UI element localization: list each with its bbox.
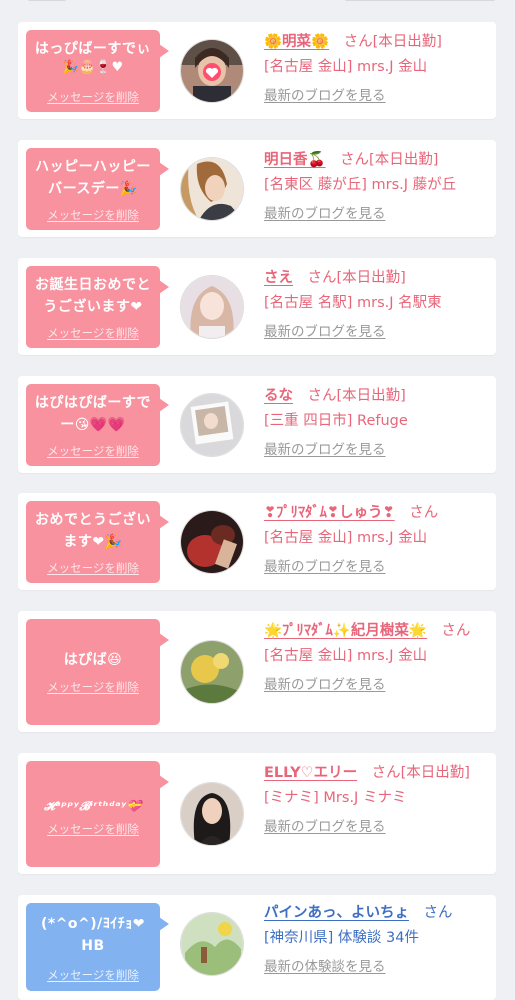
- shop-info: [名東区 藤が丘] mrs.J 藤が丘: [264, 177, 457, 193]
- cast-status: さん[本日出勤]: [307, 388, 406, 404]
- top-edge: [0, 0, 515, 14]
- cast-name-link[interactable]: さえ: [264, 270, 293, 286]
- cast-name-link[interactable]: ELLY♡エリー: [264, 765, 357, 781]
- message-text: (*^o^)/ﾖｲﾁｮ❤HB: [40, 916, 146, 954]
- message-bubble: はっぴばーすでぃ 🎉🎂🍷♥ メッセージを削除: [26, 30, 169, 112]
- cast-info: 明日香🍒 さん[本日出勤] [名東区 藤が丘] mrs.J 藤が丘 最新のブログ…: [264, 150, 486, 224]
- message-emoji: 🎉🎂🍷♥: [62, 60, 124, 75]
- avatar[interactable]: [180, 39, 244, 103]
- avatar[interactable]: [180, 640, 244, 704]
- cast-status: さん: [423, 905, 453, 921]
- cast-info: パインあっ、よいちょ さん [神奈川県] 体験談 34件 最新の体験談を見る: [264, 903, 486, 977]
- cast-name-link[interactable]: るな: [264, 388, 293, 404]
- cast-name-link[interactable]: 🌟ﾌﾟﾘﾏﾀﾞﾑ✨紀月樹菜🌟: [264, 623, 427, 639]
- shop-info: [名古屋 金山] mrs.J 金山: [264, 59, 428, 75]
- message-card: はっぴばーすでぃ 🎉🎂🍷♥ メッセージを削除 🌼明菜🌼 さん[本日出勤] [名古…: [18, 22, 496, 119]
- latest-blog-link[interactable]: 最新のブログを見る: [264, 557, 486, 577]
- cast-name-link[interactable]: ❣ﾌﾟﾘﾏﾀﾞﾑ❣しゅう❣: [264, 505, 395, 521]
- message-text: ハッピーハッピーバースデー🎉: [35, 159, 151, 197]
- cast-name-link[interactable]: 🌼明菜🌼: [264, 34, 329, 50]
- cast-name-link[interactable]: パインあっ、よいちょ: [264, 905, 409, 921]
- avatar[interactable]: [180, 510, 244, 574]
- message-card: はぴば😆 メッセージを削除 🌟ﾌﾟﾘﾏﾀﾞﾑ✨紀月樹菜🌟 さん [名古屋 金山]…: [18, 611, 496, 732]
- message-bubble: はぴはぴばーすでー😘💗💗 メッセージを削除: [26, 384, 169, 466]
- latest-blog-link[interactable]: 最新のブログを見る: [264, 675, 486, 695]
- message-bubble: おめでとうございます❤🎉 メッセージを削除: [26, 501, 169, 583]
- shop-info: [名古屋 金山] mrs.J 金山: [264, 648, 428, 664]
- top-right-divider: [345, 0, 495, 1]
- shop-info: [名古屋 金山] mrs.J 金山: [264, 530, 428, 546]
- message-text: はぴはぴばーすでー😘💗💗: [34, 395, 152, 433]
- avatar[interactable]: [180, 782, 244, 846]
- message-text: 𝓗ᵃᵖᵖʸ𝓑ⁱʳᵗʰᵈᵃʸ💝: [43, 799, 143, 813]
- delete-message-link[interactable]: メッセージを削除: [26, 207, 160, 223]
- shop-info: [ミナミ] Mrs.J ミナミ: [264, 790, 407, 806]
- latest-blog-link[interactable]: 最新のブログを見る: [264, 204, 486, 224]
- shop-info: [神奈川県] 体験談 34件: [264, 930, 419, 946]
- message-bubble: 𝓗ᵃᵖᵖʸ𝓑ⁱʳᵗʰᵈᵃʸ💝 メッセージを削除: [26, 761, 169, 867]
- avatar[interactable]: [180, 912, 244, 976]
- message-card: (*^o^)/ﾖｲﾁｮ❤HB メッセージを削除 パインあっ、よいちょ さん [神…: [18, 895, 496, 1000]
- top-left-divider: [28, 0, 66, 1]
- avatar[interactable]: [180, 157, 244, 221]
- shop-info: [名古屋 名駅] mrs.J 名駅東: [264, 295, 442, 311]
- message-card: お誕生日おめでとうございます❤ メッセージを削除 さえ さん[本日出勤] [名古…: [18, 258, 496, 355]
- message-text: はっぴばーすでぃ: [34, 41, 152, 57]
- latest-blog-link[interactable]: 最新のブログを見る: [264, 817, 486, 837]
- shop-info: [三重 四日市] Refuge: [264, 413, 408, 429]
- cast-status: さん[本日出勤]: [371, 765, 470, 781]
- delete-message-link[interactable]: メッセージを削除: [26, 325, 160, 341]
- avatar[interactable]: [180, 275, 244, 339]
- cast-name-link[interactable]: 明日香🍒: [264, 152, 326, 168]
- cast-info: さえ さん[本日出勤] [名古屋 名駅] mrs.J 名駅東 最新のブログを見る: [264, 268, 486, 342]
- cast-info: 🌟ﾌﾟﾘﾏﾀﾞﾑ✨紀月樹菜🌟 さん [名古屋 金山] mrs.J 金山 最新のブ…: [264, 621, 486, 695]
- cast-info: ❣ﾌﾟﾘﾏﾀﾞﾑ❣しゅう❣ さん [名古屋 金山] mrs.J 金山 最新のブロ…: [264, 503, 486, 577]
- cast-info: るな さん[本日出勤] [三重 四日市] Refuge 最新のブログを見る: [264, 386, 486, 460]
- cast-status: さん: [409, 505, 439, 521]
- delete-message-link[interactable]: メッセージを削除: [26, 679, 160, 695]
- message-card: おめでとうございます❤🎉 メッセージを削除 ❣ﾌﾟﾘﾏﾀﾞﾑ❣しゅう❣ さん […: [18, 493, 496, 590]
- message-card: はぴはぴばーすでー😘💗💗 メッセージを削除 るな さん[本日出勤] [三重 四日…: [18, 376, 496, 473]
- cast-info: 🌼明菜🌼 さん[本日出勤] [名古屋 金山] mrs.J 金山 最新のブログを見…: [264, 32, 486, 106]
- latest-review-link[interactable]: 最新の体験談を見る: [264, 957, 486, 977]
- cast-status: さん: [441, 623, 471, 639]
- message-card: ハッピーハッピーバースデー🎉 メッセージを削除 明日香🍒 さん[本日出勤] [名…: [18, 140, 496, 237]
- cast-status: さん[本日出勤]: [340, 152, 439, 168]
- message-bubble: はぴば😆 メッセージを削除: [26, 619, 169, 725]
- delete-message-link[interactable]: メッセージを削除: [26, 821, 160, 837]
- delete-message-link[interactable]: メッセージを削除: [26, 967, 160, 983]
- delete-message-link[interactable]: メッセージを削除: [26, 560, 160, 576]
- avatar[interactable]: [180, 393, 244, 457]
- latest-blog-link[interactable]: 最新のブログを見る: [264, 440, 486, 460]
- message-bubble: ハッピーハッピーバースデー🎉 メッセージを削除: [26, 148, 169, 230]
- cast-status: さん[本日出勤]: [307, 270, 406, 286]
- latest-blog-link[interactable]: 最新のブログを見る: [264, 322, 486, 342]
- cast-status: さん[本日出勤]: [343, 34, 442, 50]
- message-text: お誕生日おめでとうございます❤: [35, 277, 151, 315]
- latest-blog-link[interactable]: 最新のブログを見る: [264, 86, 486, 106]
- delete-message-link[interactable]: メッセージを削除: [26, 89, 160, 105]
- message-text: おめでとうございます❤🎉: [35, 512, 151, 550]
- delete-message-link[interactable]: メッセージを削除: [26, 443, 160, 459]
- message-text: はぴば😆: [63, 652, 123, 668]
- message-card: 𝓗ᵃᵖᵖʸ𝓑ⁱʳᵗʰᵈᵃʸ💝 メッセージを削除 ELLY♡エリー さん[本日出勤…: [18, 753, 496, 874]
- message-bubble: お誕生日おめでとうございます❤ メッセージを削除: [26, 266, 169, 348]
- cast-info: ELLY♡エリー さん[本日出勤] [ミナミ] Mrs.J ミナミ 最新のブログ…: [264, 763, 486, 837]
- message-bubble: (*^o^)/ﾖｲﾁｮ❤HB メッセージを削除: [26, 903, 169, 991]
